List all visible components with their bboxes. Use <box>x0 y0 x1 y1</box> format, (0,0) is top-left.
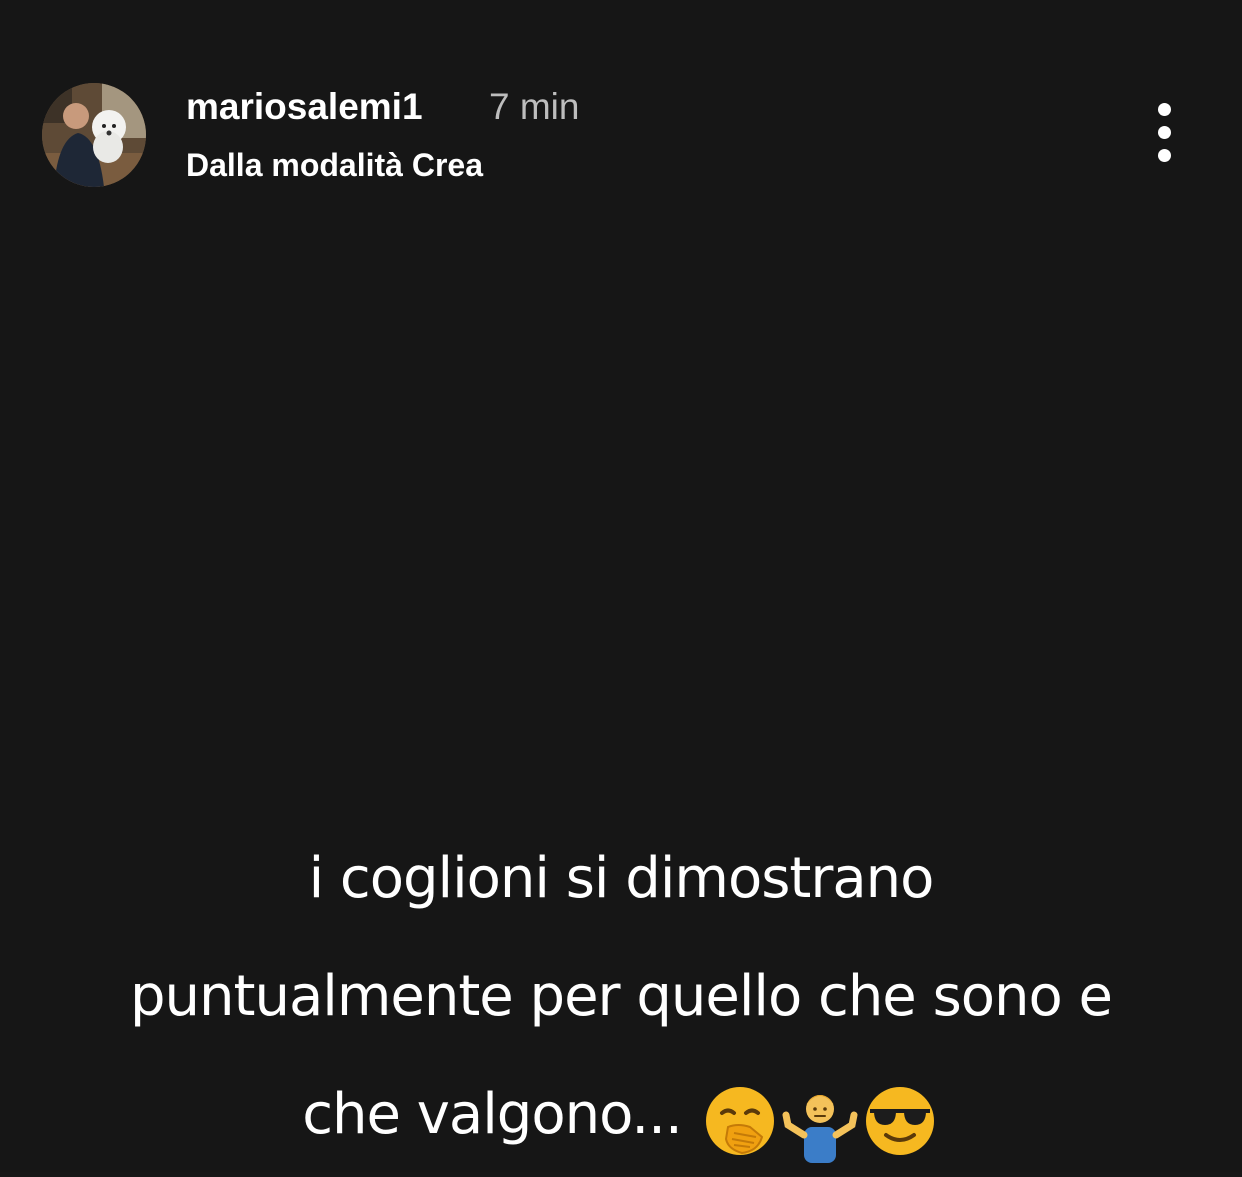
author-username[interactable]: mariosalemi1 <box>186 84 423 130</box>
author-avatar[interactable] <box>42 83 146 187</box>
smiling-face-with-sunglasses-icon <box>865 1086 934 1155</box>
caption-emojis <box>700 1059 940 1177</box>
story-source-label[interactable]: Dalla modalità Crea <box>186 144 483 186</box>
more-vertical-icon-dot <box>1158 149 1171 162</box>
caption-line-1: i coglioni si dimostrano <box>308 846 935 911</box>
more-vertical-icon <box>1158 103 1171 116</box>
post-time: 7 min <box>489 86 580 127</box>
man-shrugging-icon <box>782 1094 858 1163</box>
caption-line-3: che valgono... <box>302 1082 683 1147</box>
more-vertical-icon-dot <box>1158 126 1171 139</box>
caption-line-3-wrap: che valgono... <box>60 1056 1182 1177</box>
story-caption: i coglioni si dimostrano puntualmente pe… <box>60 820 1182 1177</box>
story-view: mariosalemi1 7 min Dalla modalità Crea i… <box>0 0 1242 1172</box>
face-with-hand-over-mouth-icon <box>705 1086 774 1155</box>
story-header: mariosalemi1 7 min Dalla modalità Crea <box>0 0 1242 220</box>
caption-line-2: puntualmente per quello che sono e <box>129 964 1113 1029</box>
more-options-button[interactable] <box>1140 100 1190 166</box>
profile-photo-avatar-icon <box>42 83 146 187</box>
